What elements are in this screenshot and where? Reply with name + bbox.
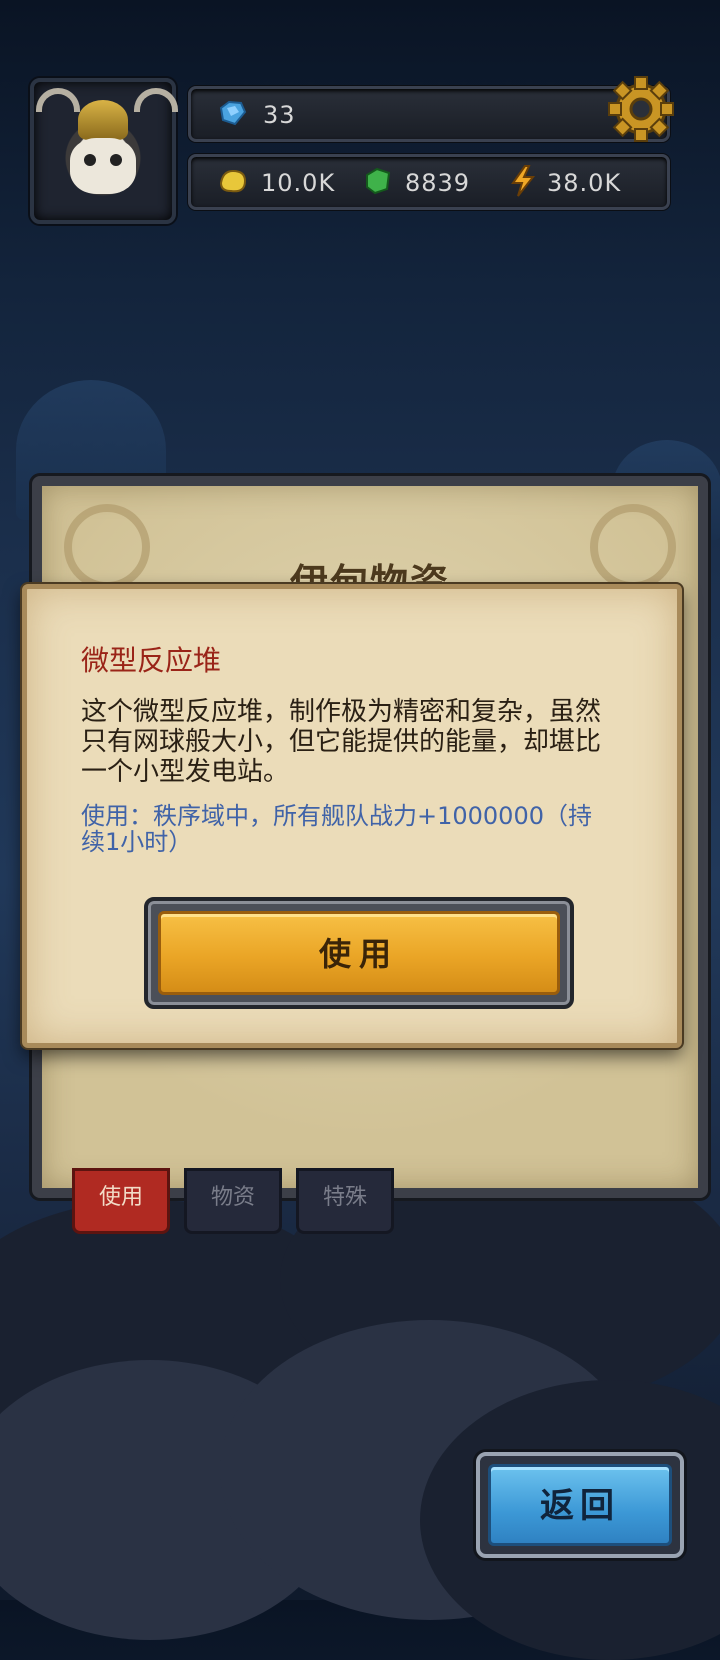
blue-gem-icon: [219, 100, 247, 126]
avatar-face: [70, 138, 136, 194]
use-button-frame: 使用: [144, 897, 574, 1009]
use-button[interactable]: 使用: [158, 911, 560, 995]
settings-gear-icon[interactable]: [608, 76, 674, 142]
item-detail-popup: 微型反应堆 这个微型反应堆，制作极为精密和复杂，虽然只有网球般大小，但它能提供的…: [22, 584, 682, 1048]
tab-use[interactable]: 使用: [72, 1168, 170, 1234]
gold-count: 10.0K: [261, 169, 336, 197]
gem-bar: 33: [188, 86, 670, 142]
avatar-helmet: [78, 100, 128, 140]
energy-count: 38.0K: [547, 169, 622, 197]
back-button[interactable]: 返回: [488, 1464, 672, 1546]
avatar-horn-left: [36, 88, 80, 112]
gold-ore-icon: [219, 169, 247, 193]
gem-count: 33: [263, 101, 296, 129]
item-description: 这个微型反应堆，制作极为精密和复杂，虽然只有网球般大小，但它能提供的能量，却堪比…: [81, 697, 602, 787]
lightning-energy-icon: [511, 165, 536, 197]
supplies-count: 8839: [405, 169, 471, 197]
back-button-frame: 返回: [476, 1452, 684, 1558]
green-crystal-icon: [366, 167, 391, 195]
avatar-horn-right: [134, 88, 178, 112]
item-name: 微型反应堆: [81, 644, 222, 677]
tab-supplies[interactable]: 物资: [184, 1168, 282, 1234]
tab-special[interactable]: 特殊: [296, 1168, 394, 1234]
resource-bar: 10.0K 8839 38.0K: [188, 154, 670, 210]
item-effect: 使用：秩序域中，所有舰队战力+1000000（持续1小时）: [81, 802, 592, 856]
panel-tabs: 使用 物资 特殊: [72, 1168, 394, 1234]
player-avatar[interactable]: [30, 78, 178, 224]
